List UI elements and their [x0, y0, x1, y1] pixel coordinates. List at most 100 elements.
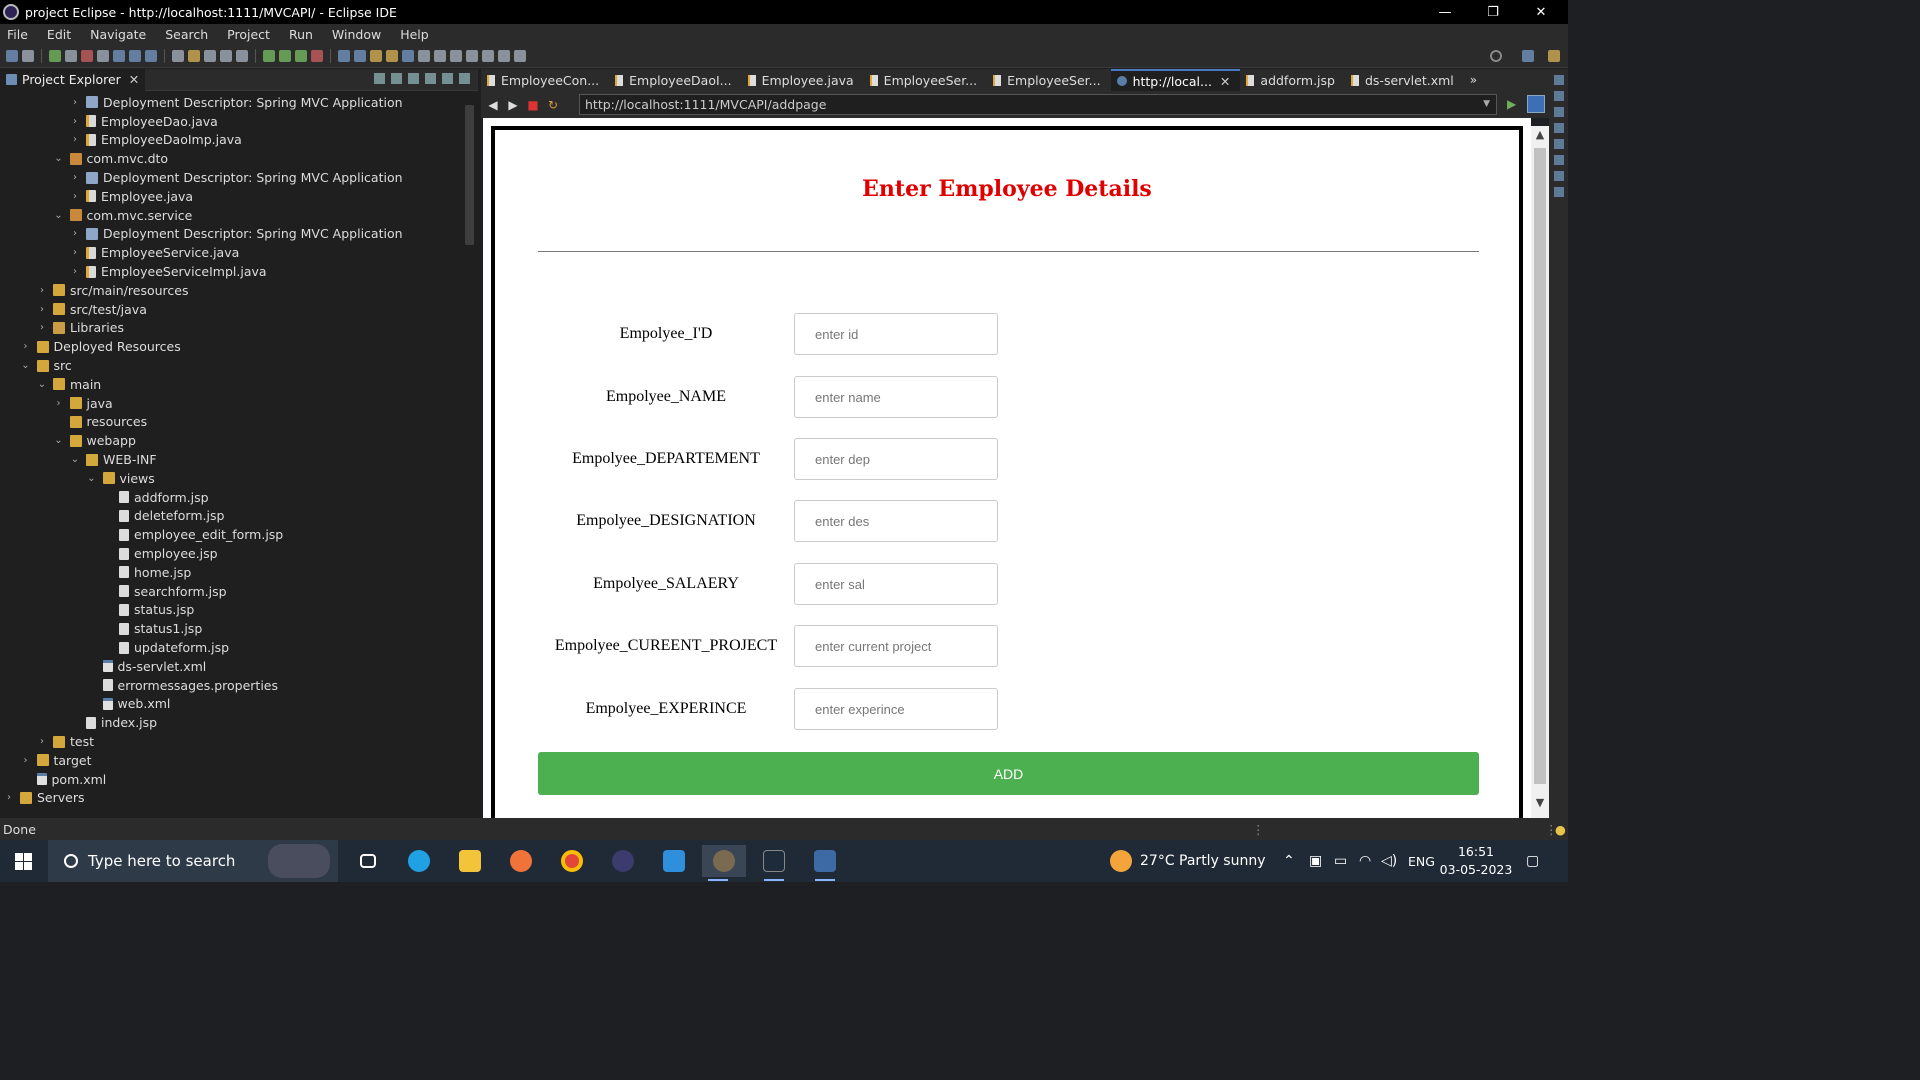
edge-icon[interactable] — [403, 845, 435, 877]
minimize-button[interactable]: — — [1422, 0, 1468, 24]
tree-item[interactable]: › Deployed Resources — [0, 337, 181, 356]
menu-run[interactable]: Run — [289, 27, 313, 42]
project-explorer-scrollbar[interactable] — [462, 91, 477, 818]
maximize-view-icon[interactable] — [459, 73, 470, 84]
java-perspective-icon[interactable] — [1548, 50, 1560, 62]
collapse-arrow-icon[interactable]: ⌄ — [70, 454, 80, 465]
workbench-icon[interactable] — [809, 845, 841, 881]
external-tools-icon[interactable] — [311, 49, 323, 62]
collapse-arrow-icon[interactable]: ⌄ — [21, 360, 31, 371]
tree-item[interactable]: › src/test/java — [0, 300, 147, 319]
tree-item[interactable]: › EmployeeServiceImpl.java — [0, 262, 267, 281]
tree-item[interactable]: web.xml — [0, 695, 170, 714]
scrollbar-thumb[interactable] — [1534, 148, 1546, 784]
skip-breakpoints-icon[interactable] — [22, 49, 34, 62]
forward-history-icon[interactable] — [466, 49, 478, 62]
tree-item[interactable]: › target — [0, 751, 92, 770]
run-icon[interactable] — [279, 49, 291, 62]
tree-item[interactable]: › EmployeeDaoImp.java — [0, 131, 242, 150]
weather-widget[interactable]: 27°C Partly sunny — [1110, 840, 1266, 882]
step-return-icon[interactable] — [145, 49, 157, 62]
eclipse-running-icon[interactable] — [702, 845, 746, 881]
current-project-input[interactable]: enter current project — [794, 625, 998, 667]
tree-item[interactable]: status.jsp — [0, 601, 194, 620]
coverage-icon[interactable] — [295, 49, 307, 62]
expand-arrow-icon[interactable]: › — [70, 97, 80, 108]
scroll-down-icon[interactable]: ▼ — [1531, 796, 1549, 809]
tree-item[interactable]: › EmployeeService.java — [0, 243, 239, 262]
task-view-icon[interactable] — [352, 845, 384, 877]
save-all-icon[interactable] — [6, 49, 18, 62]
volume-icon[interactable]: ◁) — [1381, 840, 1397, 882]
tree-item[interactable]: ⌄ com.mvc.service — [0, 206, 192, 225]
search-icon[interactable] — [1490, 50, 1502, 62]
back-icon[interactable]: ◀ — [485, 98, 501, 112]
web-browser-icon[interactable] — [354, 49, 366, 62]
tree-item[interactable]: employee_edit_form.jsp — [0, 525, 283, 544]
suspend-icon[interactable] — [65, 49, 77, 62]
collapse-arrow-icon[interactable]: ⌄ — [54, 435, 64, 446]
print-icon[interactable] — [236, 49, 248, 62]
editor-tab[interactable]: EmployeeDaoI... — [609, 69, 741, 91]
new-server-icon[interactable] — [338, 49, 350, 62]
expand-arrow-icon[interactable]: › — [37, 322, 47, 333]
next-edit-icon[interactable] — [498, 49, 510, 62]
collapse-arrow-icon[interactable]: ⌄ — [87, 473, 97, 484]
last-edit-icon[interactable] — [514, 49, 526, 62]
previous-edit-icon[interactable] — [482, 49, 494, 62]
menu-project[interactable]: Project — [227, 27, 270, 42]
tree-item[interactable]: searchform.jsp — [0, 582, 227, 601]
problems-icon[interactable] — [1553, 123, 1564, 133]
tree-item[interactable]: › Deployment Descriptor: Spring MVC Appli… — [0, 93, 403, 112]
tree-item[interactable]: › Employee.java — [0, 187, 193, 206]
task-list-icon[interactable] — [1553, 107, 1564, 117]
console-view-icon[interactable] — [1553, 155, 1564, 165]
new-icon[interactable] — [204, 49, 216, 62]
tree-item[interactable]: resources — [0, 413, 147, 432]
tree-item[interactable]: ⌄ main — [0, 375, 101, 394]
open-task-icon[interactable] — [188, 49, 200, 62]
tree-item[interactable]: ⌄ src — [0, 356, 71, 375]
tree-item[interactable]: ⌄ views — [0, 469, 155, 488]
tree-item[interactable]: ds-servlet.xml — [0, 657, 206, 676]
servers-icon[interactable] — [1553, 139, 1564, 149]
open-type-icon[interactable] — [370, 49, 382, 62]
editor-tab[interactable]: EmployeeSer... — [987, 69, 1110, 91]
language-indicator[interactable]: ENG — [1408, 840, 1435, 882]
tabs-overflow-icon[interactable]: » — [1470, 73, 1477, 87]
designation-input[interactable]: enter des — [794, 500, 998, 542]
step-into-icon[interactable] — [113, 49, 125, 62]
tree-item[interactable]: deleteform.jsp — [0, 507, 224, 526]
id-input[interactable]: enter id — [794, 313, 998, 355]
tree-item[interactable]: ⌄ webapp — [0, 431, 136, 450]
menu-window[interactable]: Window — [332, 27, 381, 42]
outline-icon[interactable] — [1553, 91, 1564, 101]
tree-item[interactable]: employee.jsp — [0, 544, 218, 563]
expand-arrow-icon[interactable]: › — [21, 755, 31, 766]
forward-icon[interactable]: ▶ — [505, 98, 521, 112]
file-explorer-icon[interactable] — [454, 845, 486, 877]
notifications-icon[interactable]: ▢ — [1526, 840, 1539, 882]
tree-item[interactable]: index.jsp — [0, 713, 157, 732]
expand-arrow-icon[interactable]: › — [70, 116, 80, 127]
editor-tab[interactable]: http://local... ✕ — [1110, 69, 1241, 91]
annotation-icon[interactable] — [418, 49, 430, 62]
expand-arrow-icon[interactable]: › — [37, 304, 47, 315]
name-input[interactable]: enter name — [794, 376, 998, 418]
pin-editor-icon[interactable] — [434, 49, 446, 62]
editor-tab[interactable]: ds-servlet.xml — [1345, 69, 1464, 91]
menu-edit[interactable]: Edit — [47, 27, 71, 42]
expand-arrow-icon[interactable]: › — [21, 341, 31, 352]
tree-item[interactable]: addform.jsp — [0, 488, 209, 507]
meet-now-icon[interactable]: ▣ — [1309, 840, 1322, 882]
taskbar-search[interactable]: Type here to search — [48, 840, 338, 882]
tab-project-explorer[interactable]: Project Explorer ✕ — [0, 68, 146, 91]
globe-icon[interactable] — [402, 49, 414, 62]
tree-item[interactable]: status1.jsp — [0, 619, 202, 638]
firefox-icon[interactable] — [505, 845, 537, 877]
tree-item[interactable]: › src/main/resources — [0, 281, 188, 300]
eclipse-icon[interactable] — [607, 845, 639, 877]
open-external-browser-icon[interactable] — [1527, 95, 1545, 113]
tree-item[interactable]: pom.xml — [0, 770, 106, 789]
tree-item[interactable]: › java — [0, 394, 113, 413]
